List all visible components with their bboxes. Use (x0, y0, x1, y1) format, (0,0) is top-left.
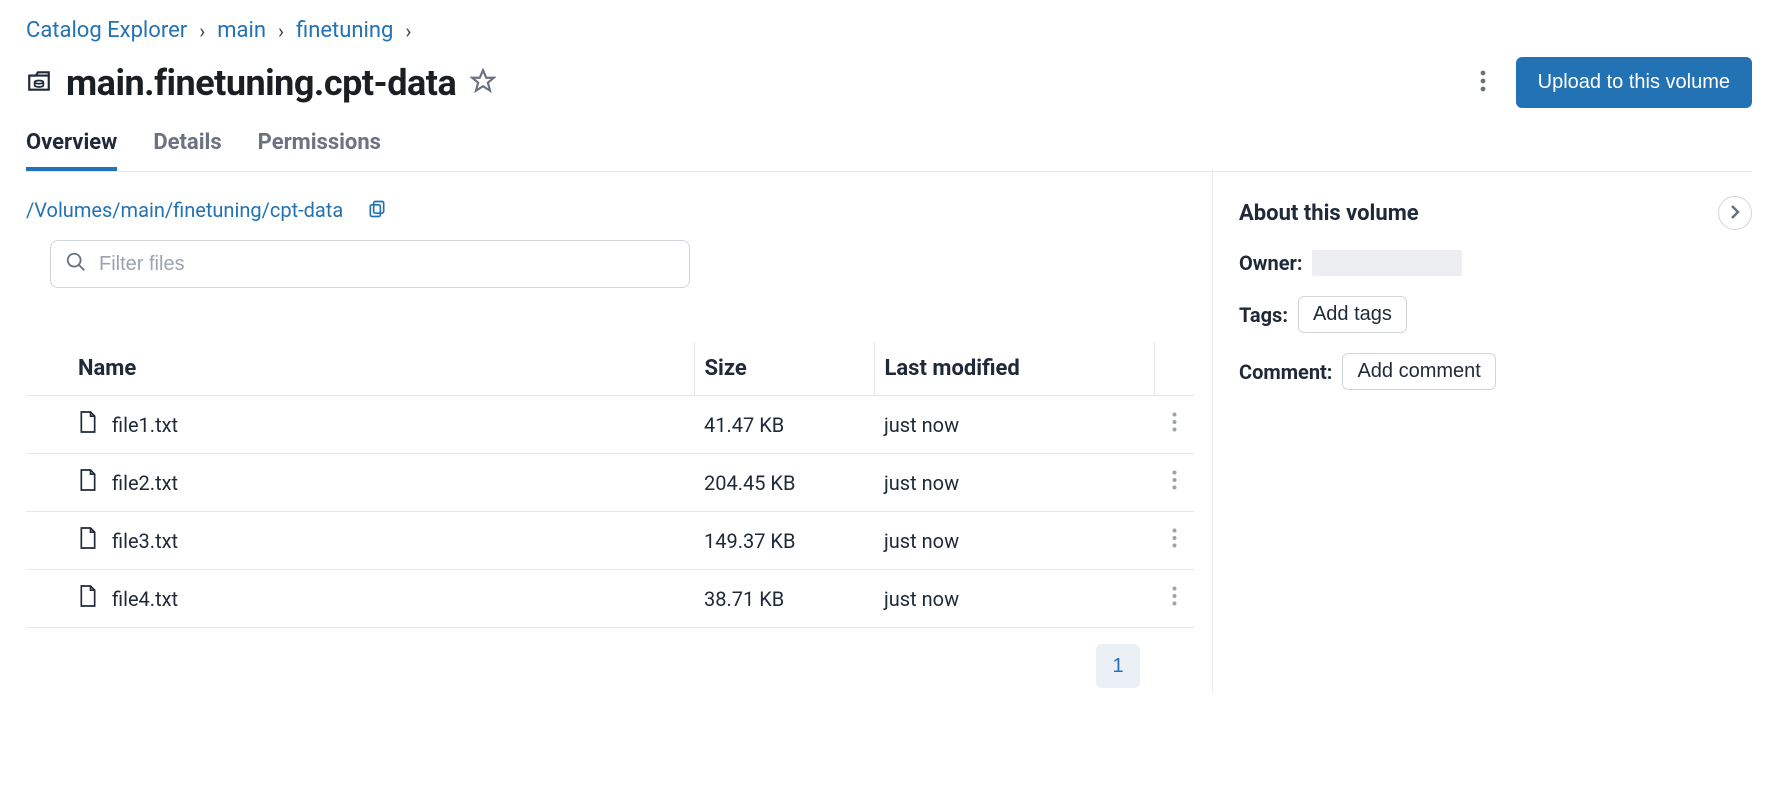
star-icon (470, 68, 496, 97)
volume-icon (26, 68, 52, 98)
about-volume-panel: About this volume Owner: Tags: Add tags … (1212, 172, 1752, 692)
owner-label: Owner: (1239, 251, 1302, 275)
kebab-icon (1172, 478, 1177, 493)
breadcrumb: Catalog Explorer › main › finetuning › (26, 18, 1752, 43)
file-icon (78, 468, 98, 497)
copy-icon (367, 199, 387, 222)
more-actions-button[interactable] (1472, 66, 1494, 99)
file-size: 204.45 KB (694, 454, 874, 512)
kebab-icon (1172, 594, 1177, 609)
table-row[interactable]: file3.txt 149.37 KBjust now (26, 512, 1194, 570)
tab-permissions[interactable]: Permissions (258, 130, 381, 171)
file-last-modified: just now (874, 512, 1154, 570)
tabs: Overview Details Permissions (26, 130, 1752, 172)
breadcrumb-item-main[interactable]: main (217, 18, 266, 43)
about-volume-title: About this volume (1239, 201, 1419, 226)
column-header-size[interactable]: Size (694, 342, 874, 396)
row-actions-button[interactable] (1172, 586, 1177, 609)
row-actions-button[interactable] (1172, 470, 1177, 493)
add-tags-button[interactable]: Add tags (1298, 296, 1407, 333)
file-size: 41.47 KB (694, 396, 874, 454)
chevron-right-icon: › (197, 19, 207, 43)
filter-files-input[interactable] (99, 253, 675, 276)
search-icon (65, 251, 87, 277)
row-actions-button[interactable] (1172, 412, 1177, 435)
file-name: file4.txt (112, 587, 178, 611)
kebab-icon (1480, 70, 1486, 95)
file-last-modified: just now (874, 570, 1154, 628)
tab-details[interactable]: Details (153, 130, 221, 171)
page-header: main.finetuning.cpt-data Upload to this … (26, 57, 1752, 108)
file-icon (78, 410, 98, 439)
pagination: 1 (26, 644, 1194, 688)
file-last-modified: just now (874, 454, 1154, 512)
filter-files-field[interactable] (50, 240, 690, 288)
copy-path-button[interactable] (367, 199, 387, 222)
tags-label: Tags: (1239, 303, 1288, 327)
page-title: main.finetuning.cpt-data (66, 62, 456, 104)
add-comment-button[interactable]: Add comment (1342, 353, 1495, 390)
table-row[interactable]: file1.txt 41.47 KBjust now (26, 396, 1194, 454)
upload-to-volume-button[interactable]: Upload to this volume (1516, 57, 1752, 108)
kebab-icon (1172, 536, 1177, 551)
tab-overview[interactable]: Overview (26, 130, 117, 171)
row-actions-button[interactable] (1172, 528, 1177, 551)
overview-panel: /Volumes/main/finetuning/cpt-data Name S… (26, 172, 1212, 692)
chevron-right-icon (1730, 204, 1740, 223)
breadcrumb-item-catalog-explorer[interactable]: Catalog Explorer (26, 18, 187, 43)
files-table: Name Size Last modified file1.txt 41.47 K… (26, 342, 1194, 628)
table-row[interactable]: file2.txt 204.45 KBjust now (26, 454, 1194, 512)
breadcrumb-item-finetuning[interactable]: finetuning (296, 18, 393, 43)
file-size: 38.71 KB (694, 570, 874, 628)
file-name: file3.txt (112, 529, 178, 553)
column-header-last-modified[interactable]: Last modified (874, 342, 1154, 396)
file-icon (78, 526, 98, 555)
volume-path-link[interactable]: /Volumes/main/finetuning/cpt-data (26, 198, 343, 222)
table-row[interactable]: file4.txt 38.71 KBjust now (26, 570, 1194, 628)
favorite-button[interactable] (470, 68, 496, 97)
file-icon (78, 584, 98, 613)
page-1-button[interactable]: 1 (1096, 644, 1140, 688)
file-last-modified: just now (874, 396, 1154, 454)
file-name: file1.txt (112, 413, 178, 437)
owner-value (1312, 250, 1462, 276)
comment-label: Comment: (1239, 360, 1332, 384)
expand-panel-button[interactable] (1718, 196, 1752, 230)
column-header-name[interactable]: Name (26, 342, 694, 396)
chevron-right-icon: › (403, 19, 413, 43)
file-name: file2.txt (112, 471, 178, 495)
kebab-icon (1172, 420, 1177, 435)
file-size: 149.37 KB (694, 512, 874, 570)
chevron-right-icon: › (276, 19, 286, 43)
